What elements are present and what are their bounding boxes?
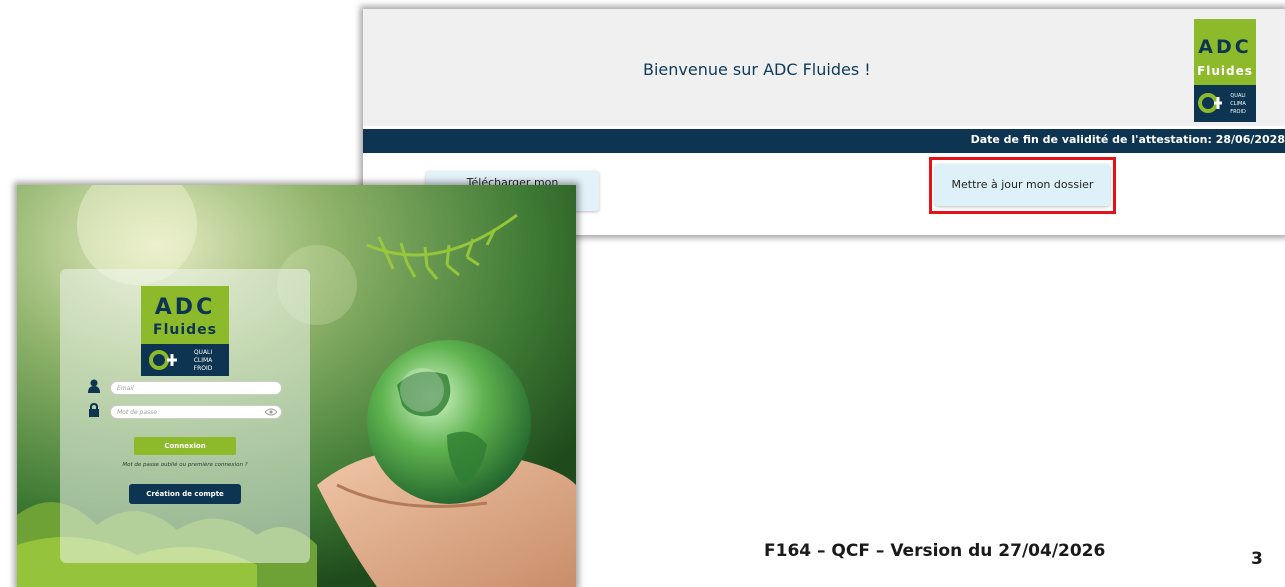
- page-number: 3: [1251, 549, 1263, 569]
- connexion-button[interactable]: Connexion: [134, 437, 236, 455]
- lock-icon: [89, 403, 99, 417]
- forgot-password-link[interactable]: Mot de passe oublié ou première connexio…: [60, 462, 310, 468]
- svg-text:FROID: FROID: [1230, 109, 1246, 115]
- login-card: ADC Fluides QUALI CLIMA FROID Email Mot …: [60, 269, 310, 563]
- svg-text:QUALI: QUALI: [1230, 93, 1245, 99]
- svg-text:CLIMA: CLIMA: [194, 357, 213, 364]
- svg-text:FROID: FROID: [194, 365, 213, 372]
- dashboard-header: Bienvenue sur ADC Fluides ! ADC Fluides …: [363, 9, 1285, 126]
- password-field[interactable]: Mot de passe: [110, 405, 282, 419]
- create-account-button[interactable]: Création de compte: [129, 484, 241, 504]
- welcome-title: Bienvenue sur ADC Fluides !: [643, 60, 871, 79]
- svg-text:ADC: ADC: [1198, 36, 1251, 58]
- update-dossier-button[interactable]: Mettre à jour mon dossier: [935, 164, 1110, 206]
- email-field[interactable]: Email: [110, 381, 282, 395]
- eye-icon[interactable]: [265, 408, 277, 416]
- svg-text:Fluides: Fluides: [153, 322, 217, 338]
- svg-text:Fluides: Fluides: [1197, 64, 1253, 78]
- validity-bar: Date de fin de validité de l'attestation…: [363, 129, 1285, 153]
- login-screenshot: ADC Fluides QUALI CLIMA FROID Email Mot …: [17, 185, 576, 587]
- svg-text:QUALI: QUALI: [194, 349, 213, 356]
- adc-fluides-logo: ADC Fluides QUALI CLIMA FROID: [1194, 19, 1256, 122]
- user-icon: [88, 379, 100, 393]
- svg-text:ADC: ADC: [155, 295, 215, 320]
- document-footer: F164 – QCF – Version du 27/04/2026: [764, 541, 1106, 561]
- validity-date: Date de fin de validité de l'attestation…: [970, 133, 1285, 146]
- svg-text:CLIMA: CLIMA: [1230, 101, 1246, 107]
- adc-fluides-logo: ADC Fluides QUALI CLIMA FROID: [141, 286, 229, 376]
